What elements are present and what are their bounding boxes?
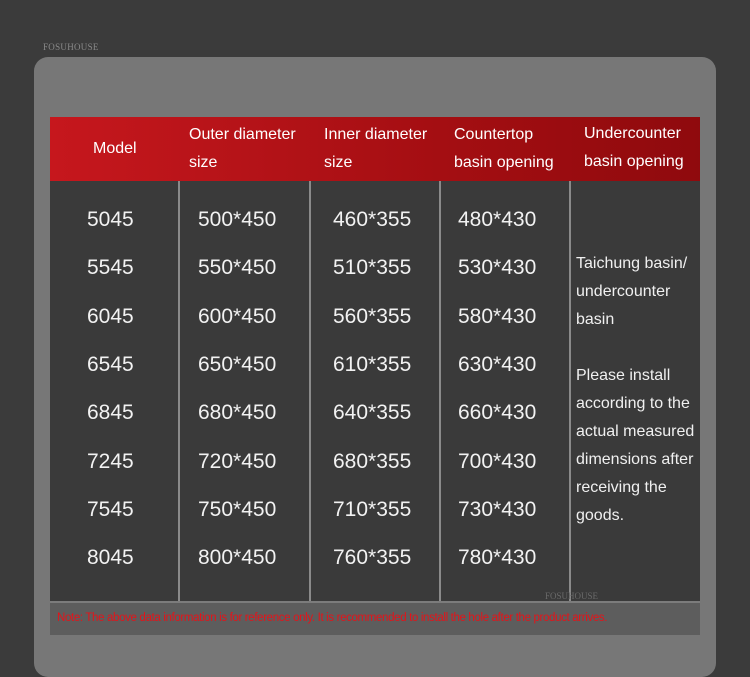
cell-outer: 600*450: [198, 305, 277, 328]
header-inner-diameter: Inner diameter size: [324, 126, 428, 171]
column-divider: [569, 181, 571, 601]
cell-inner: 680*355: [333, 450, 412, 473]
size-table: Model Outer diameter size Inner diameter…: [50, 117, 700, 635]
cell-inner: 560*355: [333, 305, 412, 328]
cell-model: 7245: [87, 450, 134, 473]
cell-inner: 510*355: [333, 256, 412, 279]
cell-model: 6845: [87, 401, 134, 424]
cell-countertop: 660*430: [458, 401, 537, 424]
undercounter-note-install: Please install according to the actual m…: [576, 367, 695, 524]
cell-model: 5545: [87, 256, 134, 279]
cell-outer: 650*450: [198, 353, 277, 376]
header-undercounter-opening: Undercounter basin opening: [584, 125, 684, 170]
cell-model: 8045: [87, 546, 134, 569]
cell-outer: 500*450: [198, 208, 277, 231]
column-divider: [178, 181, 180, 601]
cell-outer: 800*450: [198, 546, 277, 569]
cell-countertop: 530*430: [458, 256, 537, 279]
cell-model: 7545: [87, 498, 134, 521]
cell-outer: 680*450: [198, 401, 277, 424]
cell-outer: 720*450: [198, 450, 277, 473]
cell-model: 5045: [87, 208, 134, 231]
cell-model: 6045: [87, 305, 134, 328]
cell-model: 6545: [87, 353, 134, 376]
cell-inner: 710*355: [333, 498, 412, 521]
undercounter-note: Taichung basin/ undercounter basin Pleas…: [576, 250, 702, 530]
cell-inner: 610*355: [333, 353, 412, 376]
cell-inner: 640*355: [333, 401, 412, 424]
table-header: Model Outer diameter size Inner diameter…: [50, 117, 700, 181]
header-outer-diameter: Outer diameter size: [189, 126, 296, 171]
footer-note-bar: Note: The above data information is for …: [50, 601, 700, 635]
column-divider: [439, 181, 441, 601]
brand-label: FOSUHOUSE: [43, 42, 99, 52]
cell-countertop: 480*430: [458, 208, 537, 231]
cell-inner: 760*355: [333, 546, 412, 569]
header-countertop-opening: Countertop basin opening: [454, 126, 554, 171]
column-divider: [309, 181, 311, 601]
undercounter-note-basin: Taichung basin/ undercounter basin: [576, 255, 688, 328]
cell-outer: 750*450: [198, 498, 277, 521]
cell-countertop: 700*430: [458, 450, 537, 473]
cell-countertop: 580*430: [458, 305, 537, 328]
footer-note: Note: The above data information is for …: [57, 612, 608, 624]
cell-inner: 460*355: [333, 208, 412, 231]
cell-outer: 550*450: [198, 256, 277, 279]
cell-countertop: 730*430: [458, 498, 537, 521]
cell-countertop: 630*430: [458, 353, 537, 376]
header-model: Model: [93, 140, 137, 157]
watermark: FOSUHOUSE: [545, 591, 599, 601]
cell-countertop: 780*430: [458, 546, 537, 569]
